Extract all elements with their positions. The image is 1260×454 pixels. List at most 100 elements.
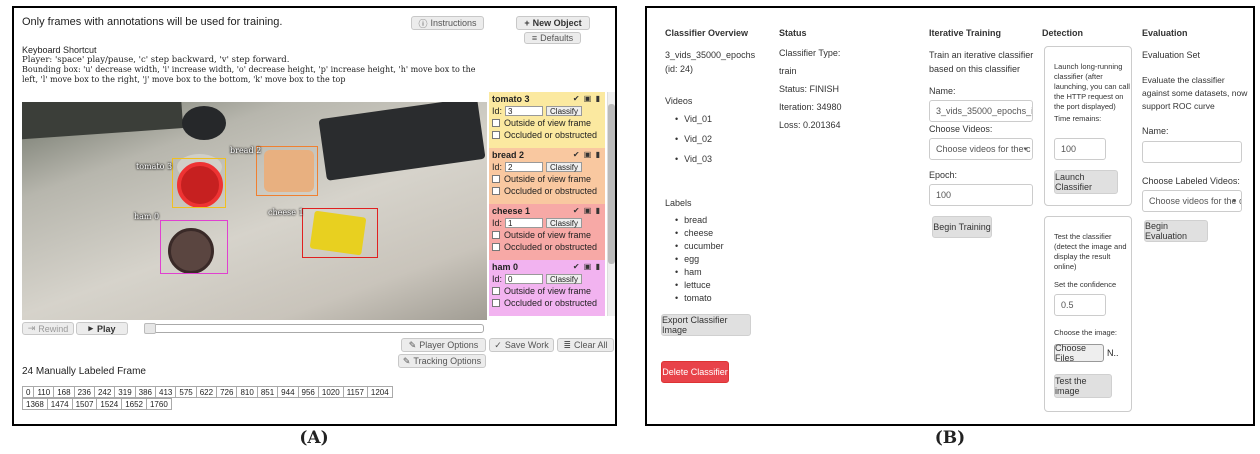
id-input[interactable]: 0: [505, 273, 544, 284]
begin-training-button[interactable]: Begin Training: [932, 216, 992, 238]
label-item: bread: [675, 215, 724, 228]
defaults-button[interactable]: ≡ Defaults: [524, 32, 581, 44]
test-desc-line: Test the classifier: [1054, 232, 1112, 241]
choose-files-button[interactable]: Choose Files: [1054, 343, 1104, 363]
play-button[interactable]: ▸ Play: [76, 322, 128, 335]
frame-button[interactable]: 851: [256, 386, 279, 398]
label-item: cucumber: [675, 241, 724, 254]
ham-bbox[interactable]: [160, 220, 228, 274]
instructions-button[interactable]: ⓘ Instructions: [411, 16, 484, 30]
choose-videos-select[interactable]: Choose videos for the c ▾: [929, 138, 1033, 160]
outside-checkbox[interactable]: [492, 286, 500, 295]
caption-b: (B): [934, 428, 966, 448]
player-options-button[interactable]: ✎ Player Options: [401, 338, 486, 352]
frame-button[interactable]: 168: [53, 386, 75, 398]
frame-button[interactable]: 1507: [71, 398, 98, 410]
image-icon[interactable]: ▣: [584, 150, 593, 159]
eval-videos-select[interactable]: Choose videos for the c ▾: [1142, 190, 1242, 212]
timeline-handle[interactable]: [144, 323, 156, 334]
classify-button[interactable]: Classify: [546, 161, 583, 172]
frame-button[interactable]: 319: [114, 386, 136, 398]
new-object-button[interactable]: + New Object: [516, 16, 590, 30]
frame-button[interactable]: 413: [155, 386, 177, 398]
save-work-button[interactable]: ✓ Save Work: [489, 338, 554, 352]
id-input[interactable]: 1: [505, 217, 544, 228]
classify-button[interactable]: Classify: [546, 217, 583, 228]
id-input[interactable]: 2: [505, 161, 544, 172]
epoch-input[interactable]: 100: [929, 184, 1033, 206]
frame-button[interactable]: 575: [175, 386, 197, 398]
occluded-checkbox[interactable]: [492, 298, 500, 307]
launch-classifier-button[interactable]: Launch Classifier: [1054, 170, 1118, 194]
timeline-slider[interactable]: [144, 323, 484, 334]
scrollbar-thumb[interactable]: [608, 104, 615, 264]
classify-button[interactable]: Classify: [546, 105, 583, 116]
ham-bbox-label: ham 0: [134, 212, 160, 221]
frame-button[interactable]: 1652: [121, 398, 147, 410]
test-image-button[interactable]: Test the image: [1054, 374, 1112, 398]
frame-button[interactable]: 1020: [317, 386, 344, 398]
header-detection: Detection: [1042, 28, 1084, 38]
outside-label: Outside of view frame: [504, 117, 592, 128]
rewind-button[interactable]: ⇥ Rewind: [22, 322, 74, 335]
frame-button[interactable]: 622: [195, 386, 218, 398]
begin-evaluation-button[interactable]: Begin Evaluation: [1144, 220, 1208, 242]
image-icon[interactable]: ▣: [584, 262, 593, 271]
frame-button[interactable]: 1760: [145, 398, 172, 410]
classify-button[interactable]: Classify: [546, 273, 583, 284]
confidence-input[interactable]: 0.5: [1054, 294, 1106, 316]
cheese-bbox[interactable]: [302, 208, 378, 258]
occluded-checkbox[interactable]: [492, 242, 500, 251]
iterative-desc-2: based on this classifier: [929, 64, 1021, 74]
keyboard-object: [318, 102, 486, 181]
frame-button[interactable]: 810: [236, 386, 258, 398]
export-classifier-button[interactable]: Export Classifier Image: [661, 314, 751, 336]
check-icon[interactable]: ✔: [573, 150, 581, 159]
image-icon[interactable]: ▣: [584, 206, 593, 215]
id-input[interactable]: 3: [505, 105, 544, 116]
frame-button[interactable]: 242: [93, 386, 116, 398]
occluded-checkbox[interactable]: [492, 186, 500, 195]
frame-button[interactable]: 1157: [342, 386, 368, 398]
trash-icon[interactable]: ▮: [596, 150, 601, 159]
launch-desc-line: the port displayed): [1054, 102, 1116, 111]
check-icon[interactable]: ✔: [573, 262, 581, 271]
frame-button[interactable]: 944: [277, 386, 299, 398]
delete-classifier-button[interactable]: Delete Classifier: [661, 361, 729, 383]
clear-all-button[interactable]: ≣ Clear All: [557, 338, 614, 352]
frame-button[interactable]: 1204: [366, 386, 393, 398]
occluded-label: Occluded or obstructed: [504, 297, 598, 308]
video-item: Vid_03: [675, 154, 712, 174]
frame-button[interactable]: 726: [216, 386, 238, 398]
trash-icon[interactable]: ▮: [596, 206, 601, 215]
frame-button[interactable]: 956: [297, 386, 319, 398]
trash-icon[interactable]: ▮: [596, 262, 601, 271]
outside-checkbox[interactable]: [492, 118, 500, 127]
frame-button[interactable]: 1368: [22, 398, 48, 410]
video-frame[interactable]: tomato 3 bread 2 ham 0 cheese 1: [22, 102, 487, 320]
check-icon[interactable]: ✔: [573, 94, 581, 103]
check-icon[interactable]: ✔: [573, 206, 581, 215]
keyboard-shortcuts: Keyboard Shortcut Player: 'space' play/p…: [22, 45, 492, 85]
name-label: Name:: [929, 86, 956, 96]
image-icon[interactable]: ▣: [584, 94, 593, 103]
time-remains-input[interactable]: 100: [1054, 138, 1106, 160]
object-tools: ✔ ▣ ▮: [573, 206, 601, 215]
name-input[interactable]: 3_vids_35000_epochs_ite: [929, 100, 1033, 122]
outside-checkbox[interactable]: [492, 230, 500, 239]
tracking-options-button[interactable]: ✎ Tracking Options: [398, 354, 486, 368]
eval-name-label: Name:: [1142, 126, 1169, 136]
occluded-checkbox[interactable]: [492, 130, 500, 139]
frame-button[interactable]: 1474: [46, 398, 73, 410]
frame-button[interactable]: 236: [73, 386, 95, 398]
frame-button[interactable]: 110: [33, 386, 55, 398]
object-list-scrollbar[interactable]: [607, 92, 615, 316]
bread-bbox[interactable]: [256, 146, 318, 196]
frame-button[interactable]: 1524: [96, 398, 123, 410]
shortcut-title: Keyboard Shortcut: [22, 45, 97, 55]
eval-name-input[interactable]: [1142, 141, 1242, 163]
outside-checkbox[interactable]: [492, 174, 500, 183]
tomato-bbox[interactable]: [172, 158, 226, 208]
frame-button[interactable]: 386: [134, 386, 157, 398]
trash-icon[interactable]: ▮: [596, 94, 601, 103]
